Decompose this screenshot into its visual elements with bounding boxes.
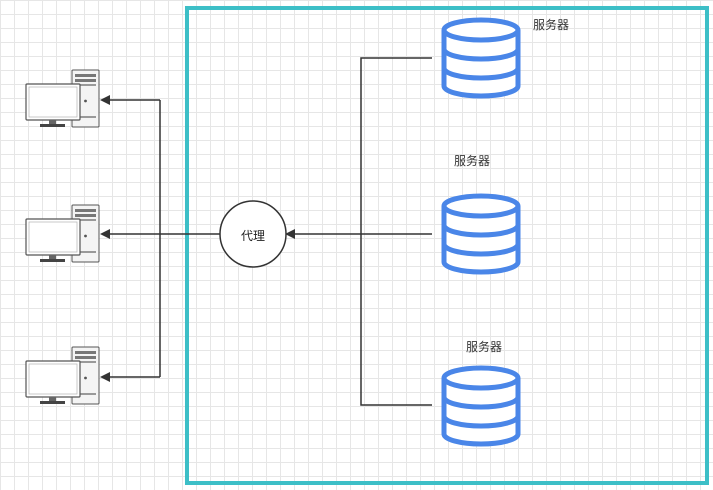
server-label-1: 服务器 (533, 18, 570, 32)
database-icon (444, 196, 518, 272)
server-label-2: 服务器 (454, 154, 491, 168)
server-label-3: 服务器 (466, 340, 503, 354)
diagram-canvas: 代理 服务器 服务器 服务器 (0, 0, 713, 490)
database-icon (444, 20, 518, 96)
desktop-computer-icon (25, 204, 100, 263)
diagram-svg (25, 6, 709, 485)
desktop-computer-icon (25, 346, 100, 405)
database-icon (444, 368, 518, 444)
server-bus-line (360, 57, 432, 406)
desktop-computer-icon (25, 69, 100, 128)
proxy-label: 代理 (240, 229, 265, 243)
